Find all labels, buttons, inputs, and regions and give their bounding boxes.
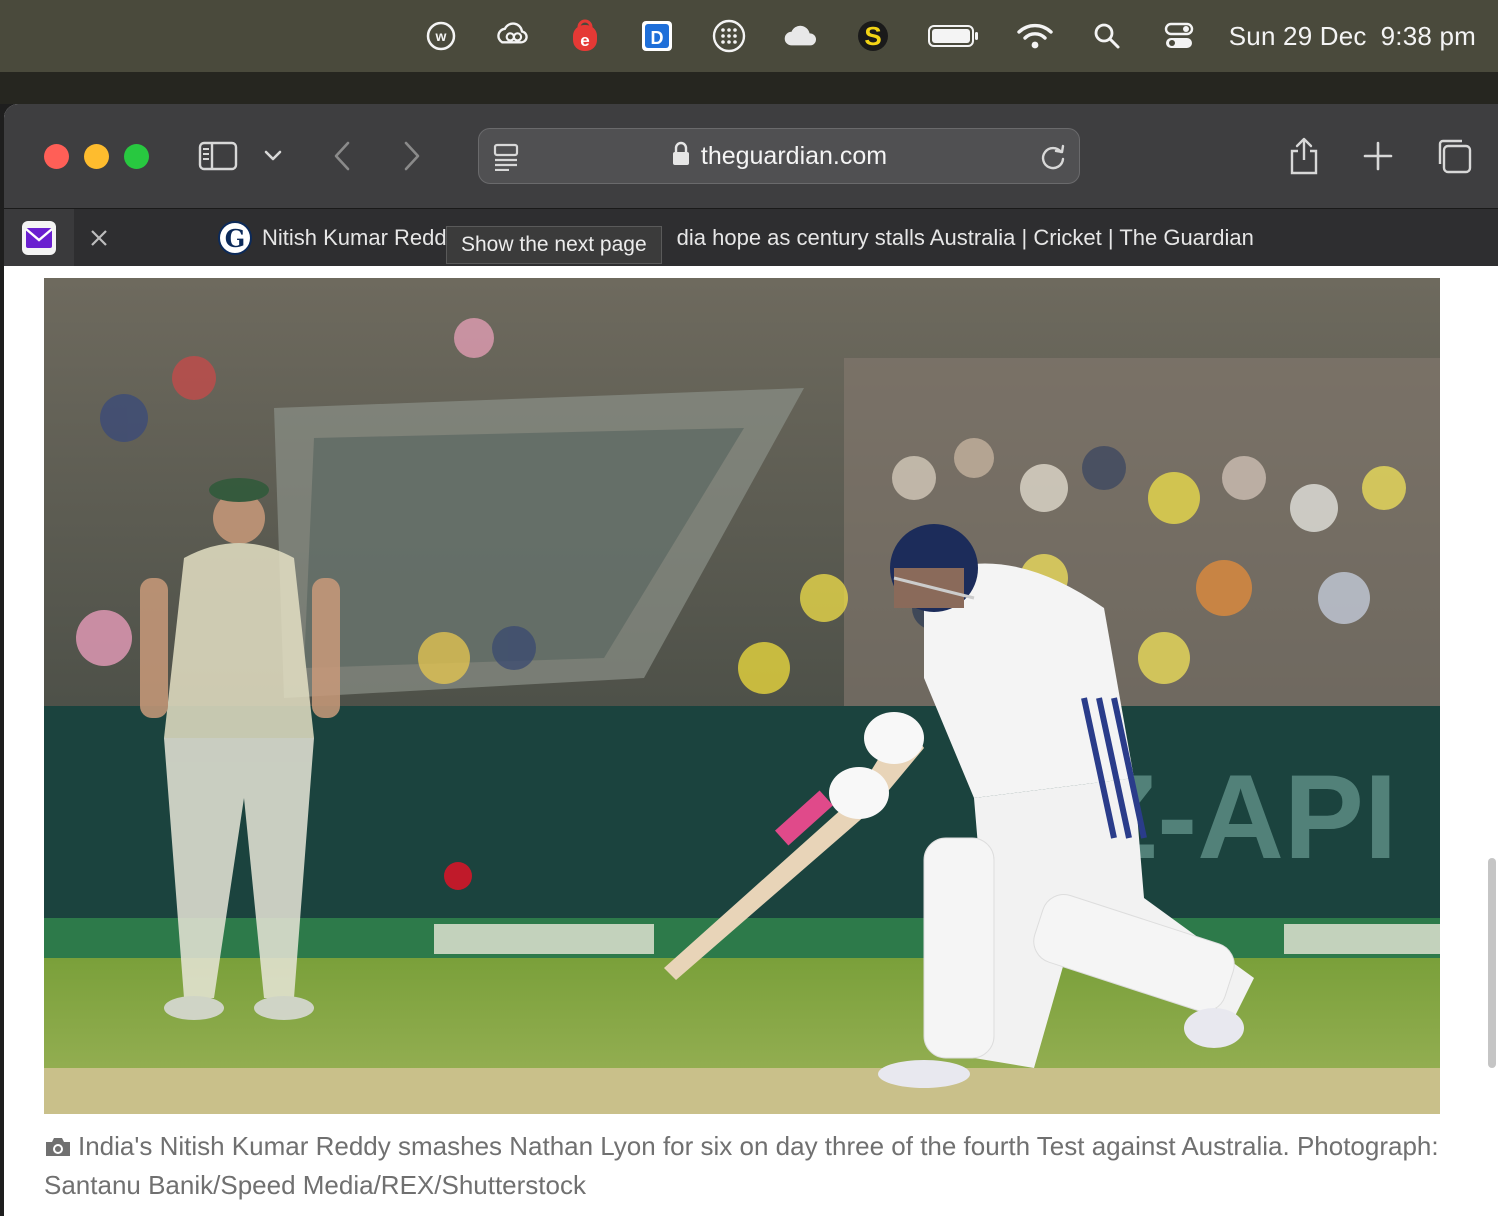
toolbar: theguardian.com [4,104,1498,208]
address-bar[interactable]: theguardian.com [478,128,1080,184]
menubar-clock[interactable]: Sun 29 Dec 9:38 pm [1229,21,1476,52]
back-arrow-icon[interactable] [320,134,364,178]
forward-arrow-icon[interactable] [390,134,434,178]
cricket-photo: Z-API [44,278,1440,1114]
tab-bar: G Nitish Kumar Redd dia hope as century … [4,208,1498,267]
grid-dots-icon[interactable] [711,18,747,54]
caption-text: India's Nitish Kumar Reddy smashes Natha… [44,1131,1439,1200]
article-page: Z-API India's Nitish Kumar Reddy smashes… [4,266,1498,1216]
lock-icon [671,141,691,172]
pinned-tab-mail[interactable] [4,209,74,267]
desktop-strip [0,72,1498,104]
battery-icon[interactable] [927,18,981,54]
safari-window: theguardian.com G Nitish Kumar Redd dia … [4,104,1498,1216]
share-icon[interactable] [1282,134,1326,178]
menubar-date: Sun 29 Dec [1228,20,1367,51]
close-tab-icon[interactable] [84,223,114,253]
minimize-window-button[interactable] [84,144,109,169]
tab-guardian-article[interactable]: G Nitish Kumar Redd dia hope as century … [218,221,1254,255]
mail-icon [22,221,56,255]
tooltip: Show the next page [446,226,662,264]
menu-bar: w e D S Sun 29 Dec 9:38 pm [0,0,1498,72]
reader-mode-icon[interactable] [493,143,519,176]
svg-text:D: D [650,28,663,48]
creative-cloud-icon[interactable] [495,18,531,54]
svg-text:S: S [864,21,881,51]
search-icon[interactable] [1089,18,1125,54]
wifi-icon[interactable] [1017,18,1053,54]
e-red-icon[interactable]: e [567,18,603,54]
chevron-down-icon[interactable] [254,134,292,178]
close-window-button[interactable] [44,144,69,169]
scrollbar-thumb[interactable] [1488,858,1496,1068]
d-app-icon[interactable]: D [639,18,675,54]
s-yellow-icon[interactable]: S [855,18,891,54]
cloud-icon[interactable] [783,18,819,54]
url-text[interactable]: theguardian.com [701,142,887,171]
svg-text:e: e [580,31,589,50]
tab-overview-icon[interactable] [1432,134,1476,178]
w-circle-icon[interactable]: w [423,18,459,54]
control-center-icon[interactable] [1161,18,1197,54]
sidebar-toggle-icon[interactable] [196,134,240,178]
camera-icon [44,1131,72,1167]
article-photo: Z-API [44,278,1440,1114]
new-tab-icon[interactable] [1356,134,1400,178]
guardian-favicon-icon: G [218,221,252,255]
menubar-time: 9:38 pm [1380,20,1476,51]
tab-title-end: dia hope as century stalls Australia | C… [676,225,1254,250]
svg-text:w: w [434,28,446,44]
photo-caption: India's Nitish Kumar Reddy smashes Natha… [44,1128,1444,1203]
tab-title-start: Nitish Kumar Redd [262,225,447,250]
reload-icon[interactable] [1039,143,1067,176]
zoom-window-button[interactable] [124,144,149,169]
